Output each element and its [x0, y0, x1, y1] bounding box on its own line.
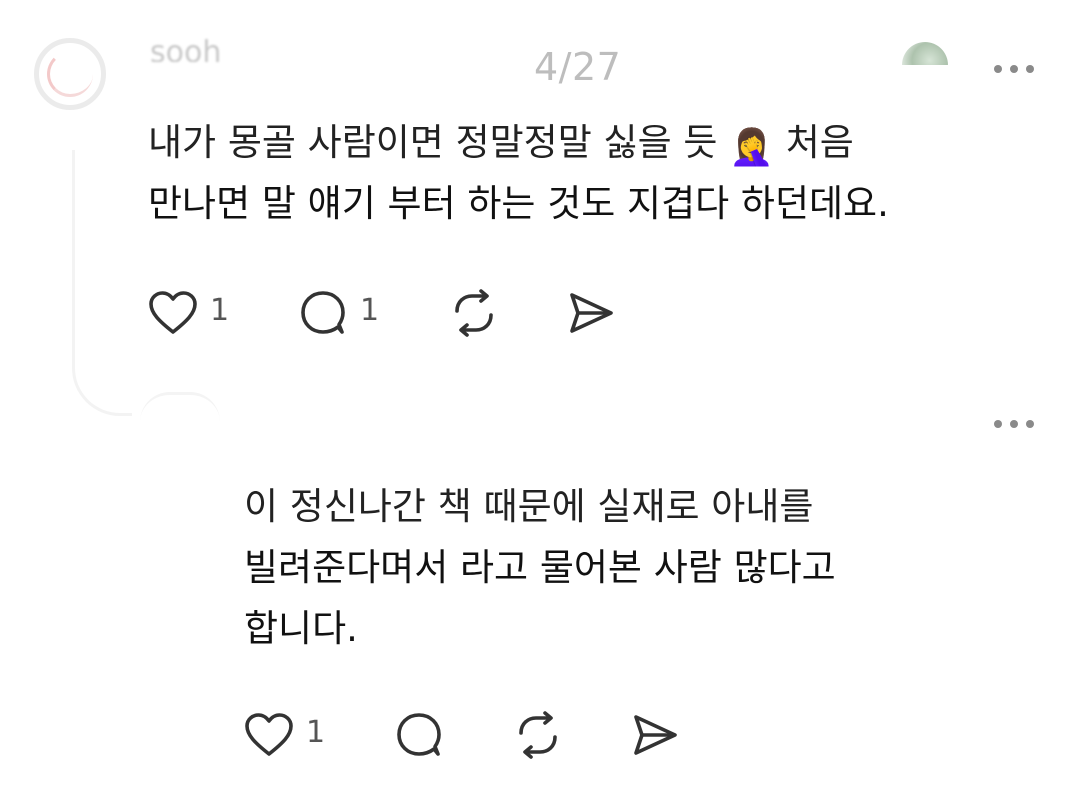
facepalm-emoji-icon: 🤦‍♀️: [729, 127, 774, 168]
image-page-counter: 4/27: [534, 45, 622, 89]
post-1-line-1: 내가 몽골 사람이면 정말정말 싫을 듯 🤦‍♀️ 처음: [148, 121, 854, 168]
repost-button[interactable]: [448, 286, 566, 340]
post-2-line-2: 빌려준다며서 라고 물어본 사람 많다고: [244, 546, 836, 589]
like-count: 1: [306, 715, 326, 750]
reply-avatar-placeholder: [140, 392, 220, 422]
post-1-line-2: 만나면 말 얘기 부터 하는 것도 지겹다 하던데요.: [148, 182, 889, 225]
heart-icon: [149, 291, 197, 334]
comment-bubble-icon: [397, 713, 441, 756]
thread-connector-line: [72, 150, 132, 416]
post-2-line-1: 이 정신나간 책 때문에 실재로 아내를: [244, 485, 814, 528]
post-2-line-3: 합니다.: [244, 607, 358, 650]
more-options-icon[interactable]: [994, 64, 1034, 74]
repost-icon: [455, 289, 493, 337]
reply-count: 1: [360, 293, 380, 328]
thread-view: sooh 4/27 내가 몽골 사람이면 정말정말 싫을 듯 🤦‍♀️ 처음 만…: [0, 0, 1080, 786]
repost-icon: [519, 711, 557, 759]
author-avatar[interactable]: [34, 38, 106, 110]
reply-button[interactable]: 1: [298, 286, 448, 340]
reply-button[interactable]: [394, 708, 512, 762]
comment-bubble-icon: [301, 291, 345, 334]
like-button[interactable]: 1: [148, 286, 298, 340]
share-button[interactable]: [630, 708, 680, 762]
more-options-icon[interactable]: [994, 419, 1034, 429]
like-button[interactable]: 1: [244, 708, 394, 762]
share-button[interactable]: [566, 286, 616, 340]
media-thumbnail[interactable]: [902, 42, 948, 65]
post-2-action-bar: 1: [244, 708, 680, 762]
repost-button[interactable]: [512, 708, 630, 762]
heart-icon: [245, 713, 293, 756]
post-1-text: 내가 몽골 사람이면 정말정말 싫을 듯 🤦‍♀️ 처음 만나면 말 얘기 부터…: [148, 112, 889, 234]
post-1-action-bar: 1 1: [148, 286, 616, 340]
author-name[interactable]: sooh: [150, 38, 270, 62]
send-icon: [634, 715, 677, 755]
send-icon: [570, 293, 613, 333]
like-count: 1: [210, 293, 230, 328]
post-2-text: 이 정신나간 책 때문에 실재로 아내를 빌려준다며서 라고 물어본 사람 많다…: [244, 476, 836, 659]
